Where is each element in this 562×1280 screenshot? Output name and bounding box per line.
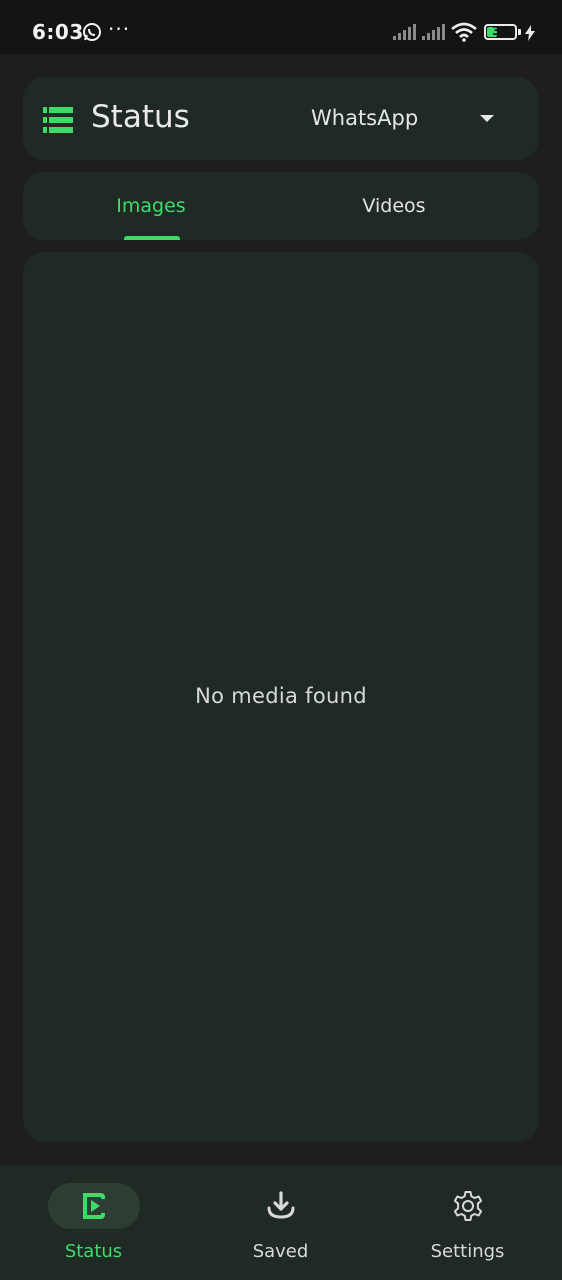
page-title: Status (91, 99, 190, 135)
nav-item-status[interactable]: Status (0, 1165, 187, 1280)
nav-label: Settings (430, 1241, 505, 1262)
nav-item-settings[interactable]: Settings (374, 1165, 561, 1280)
media-tabs: Images Videos (23, 172, 539, 240)
gear-icon (453, 1191, 483, 1221)
menu-icon[interactable] (43, 107, 73, 133)
wifi-icon (451, 22, 477, 42)
whatsapp-icon (83, 23, 101, 41)
app-selector-value: WhatsApp (311, 106, 419, 130)
dropdown-arrow-icon (480, 115, 494, 122)
active-tab-indicator (124, 236, 180, 240)
media-grid-area: No media found (23, 252, 539, 1142)
nav-item-saved[interactable]: Saved (187, 1165, 374, 1280)
more-notifications-icon: ··· (108, 17, 131, 41)
charging-icon (525, 25, 535, 41)
battery-icon: 34 (484, 24, 517, 40)
battery-level: 34 (492, 24, 509, 38)
signal-icon (422, 24, 445, 40)
download-icon (267, 1191, 295, 1219)
status-play-icon (83, 1193, 105, 1219)
bottom-navigation: Status Saved Settings (0, 1165, 562, 1280)
tab-label: Images (116, 195, 186, 217)
nav-label: Status (64, 1241, 123, 1262)
nav-label: Saved (252, 1241, 309, 1262)
app-screen: 6:03 ··· 34 Status WhatsApp Images Video… (0, 0, 562, 1280)
tab-videos[interactable]: Videos (281, 172, 539, 240)
signal-icon (393, 24, 416, 40)
clock: 6:03 (32, 20, 84, 44)
empty-state-message: No media found (195, 684, 367, 708)
system-status-bar: 6:03 ··· 34 (0, 0, 562, 54)
tab-label: Videos (362, 195, 426, 217)
app-selector-dropdown[interactable]: WhatsApp (293, 95, 519, 141)
app-header: Status WhatsApp (23, 77, 539, 160)
tab-images[interactable]: Images (23, 172, 281, 240)
battery-tip (518, 29, 521, 35)
